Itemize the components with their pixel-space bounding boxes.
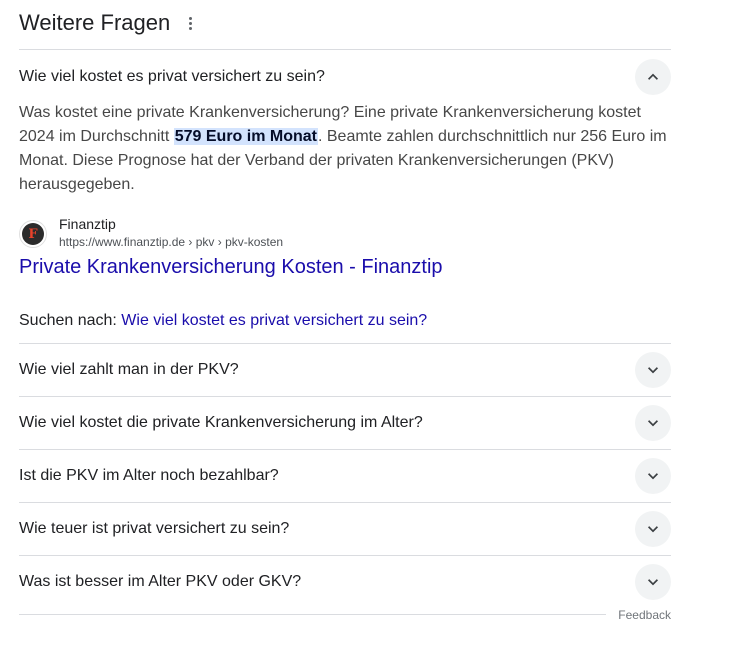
answer-snippet: Was kostet eine private Krankenversicher… <box>19 101 671 197</box>
chevron-down-icon[interactable] <box>635 352 671 388</box>
source-info[interactable]: F Finanztip https://www.finanztip.de › p… <box>19 215 671 251</box>
question-row[interactable]: Ist die PKV im Alter noch bezahlbar? <box>19 449 671 502</box>
chevron-down-icon[interactable] <box>635 511 671 547</box>
question-row[interactable]: Was ist besser im Alter PKV oder GKV? <box>19 555 671 608</box>
section-title: Weitere Fragen <box>19 9 171 35</box>
question-text: Wie viel zahlt man in der PKV? <box>19 361 239 378</box>
question-row[interactable]: Wie viel zahlt man in der PKV? <box>19 343 671 396</box>
expanded-question-block: Wie viel kostet es privat versichert zu … <box>19 50 671 332</box>
chevron-up-icon[interactable] <box>635 58 671 95</box>
chevron-down-icon[interactable] <box>635 405 671 441</box>
source-url: https://www.finanztip.de › pkv › pkv-kos… <box>59 235 284 249</box>
question-row[interactable]: Wie teuer ist privat versichert zu sein? <box>19 502 671 555</box>
answer-highlight: 579 Euro im Monat <box>173 128 318 145</box>
source-name: Finanztip <box>59 216 116 232</box>
chevron-down-icon[interactable] <box>635 458 671 494</box>
chevron-down-icon[interactable] <box>635 564 671 600</box>
result-title-link[interactable]: Private Krankenversicherung Kosten - Fin… <box>19 254 671 280</box>
question-text: Was ist besser im Alter PKV oder GKV? <box>19 573 302 590</box>
question-text: Ist die PKV im Alter noch bezahlbar? <box>19 467 279 484</box>
feedback-link[interactable]: Feedback <box>606 607 671 623</box>
search-for-label: Suchen nach: <box>19 312 122 329</box>
section-header: Weitere Fragen <box>19 0 671 50</box>
finanztip-favicon-icon: F <box>19 220 47 248</box>
more-options-icon[interactable] <box>182 11 198 35</box>
search-for-line: Suchen nach: Wie viel kostet es privat v… <box>19 310 671 332</box>
search-for-link[interactable]: Wie viel kostet es privat versichert zu … <box>121 312 427 329</box>
question-text: Wie viel kostet es privat versichert zu … <box>19 67 325 85</box>
favicon-letter: F <box>28 226 38 242</box>
question-row[interactable]: Wie viel kostet die private Krankenversi… <box>19 396 671 449</box>
panel-footer: Feedback <box>19 607 671 623</box>
question-text: Wie teuer ist privat versichert zu sein? <box>19 520 290 537</box>
question-text: Wie viel kostet die private Krankenversi… <box>19 414 423 431</box>
people-also-ask-panel: Weitere Fragen Wie viel kostet es privat… <box>19 0 671 623</box>
question-row-expanded[interactable]: Wie viel kostet es privat versichert zu … <box>19 50 671 103</box>
